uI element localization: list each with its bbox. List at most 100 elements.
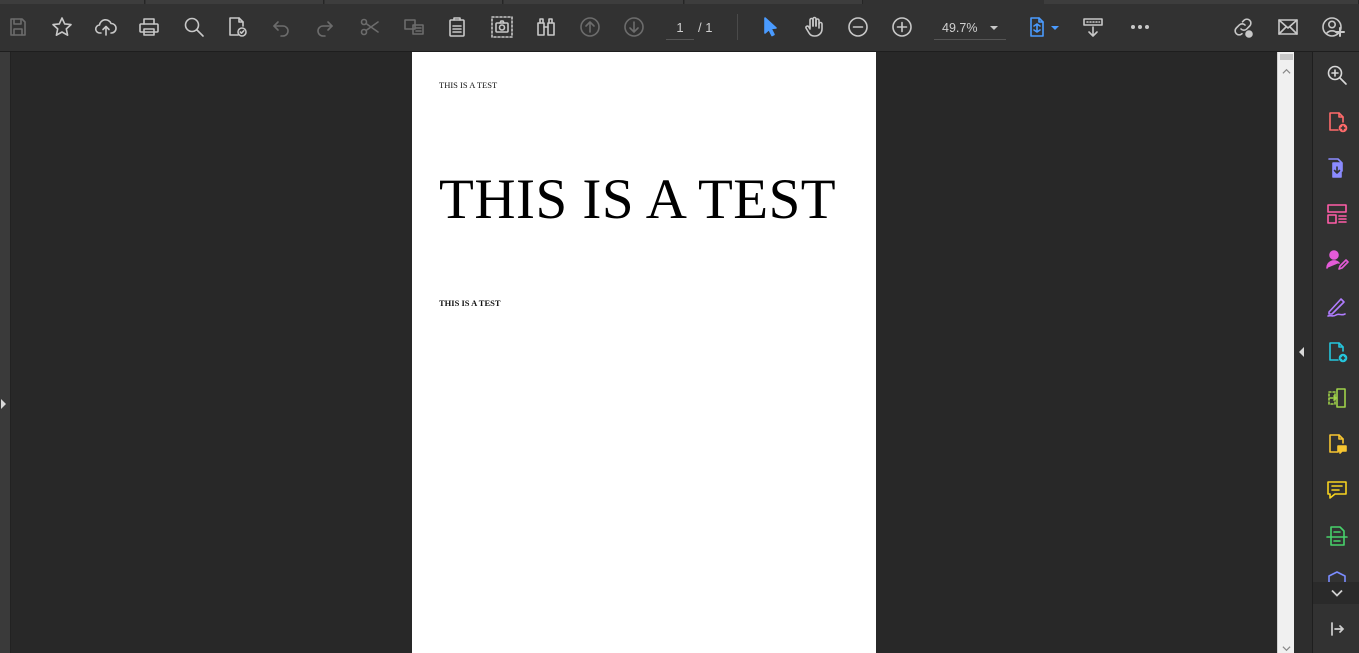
page-down-icon bbox=[624, 17, 644, 37]
snapshot-button[interactable] bbox=[485, 10, 519, 44]
protect-icon bbox=[1328, 570, 1346, 582]
more-tools-button[interactable] bbox=[1123, 10, 1157, 44]
zoom-out-icon bbox=[848, 17, 868, 37]
organize-pages-tool-button[interactable] bbox=[1324, 201, 1350, 227]
combine-files-tool-button[interactable] bbox=[1324, 385, 1350, 411]
tab-strip bbox=[0, 0, 1359, 4]
collapse-tools-pane-icon[interactable] bbox=[1299, 347, 1304, 357]
page-number-input[interactable]: 1 bbox=[666, 16, 694, 40]
hand-tool-icon bbox=[805, 16, 823, 37]
more-tools-expander[interactable] bbox=[1313, 582, 1359, 604]
protect-pdf-icon bbox=[229, 17, 247, 37]
combine-files-icon bbox=[1328, 388, 1346, 408]
search-zoom-icon bbox=[1327, 65, 1347, 85]
cut-icon bbox=[360, 18, 379, 36]
protect-tool-button[interactable] bbox=[1324, 569, 1350, 582]
edit-pdf-tool-button[interactable] bbox=[1324, 339, 1350, 365]
expand-left-pane-icon[interactable] bbox=[1, 399, 6, 409]
hand-tool-button[interactable] bbox=[797, 10, 831, 44]
comment-icon bbox=[1327, 481, 1347, 499]
scan-ocr-icon bbox=[1326, 526, 1348, 546]
zoom-in-button[interactable] bbox=[885, 10, 919, 44]
undo-button[interactable] bbox=[264, 10, 298, 44]
send-for-review-icon bbox=[1329, 434, 1347, 454]
toolbar: 1 / 1 49.7% bbox=[0, 0, 1359, 52]
email-icon bbox=[1278, 19, 1298, 35]
redo-icon bbox=[317, 21, 333, 37]
chevron-down-icon[interactable] bbox=[990, 26, 998, 30]
export-pdf-tool-button[interactable] bbox=[1324, 155, 1350, 181]
document-canvas[interactable]: THIS IS A TEST THIS IS A TEST THIS IS A … bbox=[11, 52, 1277, 653]
vertical-scrollbar[interactable] bbox=[1277, 52, 1294, 653]
scroll-down-arrow[interactable] bbox=[1282, 640, 1291, 652]
print-button[interactable] bbox=[132, 10, 166, 44]
fit-page-button[interactable] bbox=[1020, 10, 1054, 44]
chevron-down-icon[interactable] bbox=[1051, 26, 1059, 30]
left-navigation-pane-collapsed[interactable] bbox=[0, 52, 11, 653]
zoom-in-icon bbox=[892, 17, 912, 37]
fill-sign-tool-button[interactable] bbox=[1324, 293, 1350, 319]
chevron-up-icon bbox=[1282, 68, 1291, 74]
cloud-upload-icon bbox=[94, 19, 117, 36]
undo-icon bbox=[273, 21, 289, 37]
collapse-panel-icon bbox=[1330, 622, 1344, 636]
compare-button[interactable] bbox=[529, 10, 563, 44]
create-pdf-tool-button[interactable] bbox=[1324, 109, 1350, 135]
scroll-mode-button[interactable] bbox=[1076, 10, 1110, 44]
page-total: / 1 bbox=[698, 20, 713, 35]
cut-button[interactable] bbox=[353, 10, 387, 44]
email-button[interactable] bbox=[1271, 10, 1305, 44]
select-tool-icon bbox=[764, 17, 777, 37]
comment-tool-button[interactable] bbox=[1324, 477, 1350, 503]
acrobat-window: 1 / 1 49.7% THIS IS A TEST THIS IS A TES… bbox=[0, 0, 1359, 653]
tools-pane-toggle-strip[interactable] bbox=[1294, 52, 1312, 653]
tools-panel bbox=[1312, 52, 1359, 653]
scroll-up-arrow[interactable] bbox=[1282, 63, 1291, 74]
next-page-button[interactable] bbox=[617, 10, 651, 44]
redo-button[interactable] bbox=[308, 10, 342, 44]
chevron-down-icon bbox=[1330, 589, 1343, 597]
paste-icon bbox=[449, 17, 465, 37]
snapshot-icon bbox=[491, 16, 513, 38]
account-button[interactable] bbox=[1316, 10, 1350, 44]
print-icon bbox=[139, 18, 159, 36]
previous-page-button[interactable] bbox=[573, 10, 607, 44]
edit-pdf-icon bbox=[1329, 342, 1348, 363]
fit-page-icon bbox=[1030, 17, 1044, 37]
export-pdf-icon bbox=[1328, 158, 1343, 178]
share-link-icon bbox=[1234, 18, 1253, 38]
bookmark-star-button[interactable] bbox=[45, 10, 79, 44]
page-up-icon bbox=[580, 17, 600, 37]
request-signature-icon bbox=[1326, 250, 1349, 270]
search-icon bbox=[184, 17, 204, 37]
paste-button[interactable] bbox=[440, 10, 474, 44]
protect-pdf-button[interactable] bbox=[220, 10, 254, 44]
upload-button[interactable] bbox=[89, 10, 123, 44]
find-button[interactable] bbox=[177, 10, 211, 44]
search-tool-button[interactable] bbox=[1324, 62, 1350, 88]
copy-button[interactable] bbox=[397, 10, 431, 44]
collapse-panel-button[interactable] bbox=[1313, 614, 1359, 644]
more-icon bbox=[1131, 25, 1149, 29]
create-pdf-icon bbox=[1329, 112, 1348, 133]
share-link-button[interactable] bbox=[1226, 10, 1260, 44]
scroll-mode-icon bbox=[1083, 18, 1103, 37]
page-text-small: THIS IS A TEST bbox=[439, 80, 498, 90]
toolbar-separator bbox=[737, 14, 738, 40]
page-text-bold: THIS IS A TEST bbox=[439, 298, 501, 308]
page-text-large: THIS IS A TEST bbox=[439, 168, 837, 231]
scan-ocr-tool-button[interactable] bbox=[1324, 523, 1350, 549]
copy-icon bbox=[404, 19, 424, 35]
save-button[interactable] bbox=[1, 10, 35, 44]
fill-sign-icon bbox=[1327, 298, 1346, 317]
scrollbar-thumb[interactable] bbox=[1280, 54, 1293, 60]
send-for-review-tool-button[interactable] bbox=[1324, 431, 1350, 457]
select-tool-button[interactable] bbox=[753, 10, 787, 44]
organize-pages-icon bbox=[1327, 204, 1347, 224]
request-signature-tool-button[interactable] bbox=[1324, 247, 1350, 273]
save-icon bbox=[10, 18, 26, 36]
pdf-page[interactable]: THIS IS A TEST THIS IS A TEST THIS IS A … bbox=[412, 52, 876, 653]
zoom-out-button[interactable] bbox=[841, 10, 875, 44]
chevron-down-icon bbox=[1282, 646, 1291, 652]
account-icon bbox=[1322, 17, 1345, 37]
